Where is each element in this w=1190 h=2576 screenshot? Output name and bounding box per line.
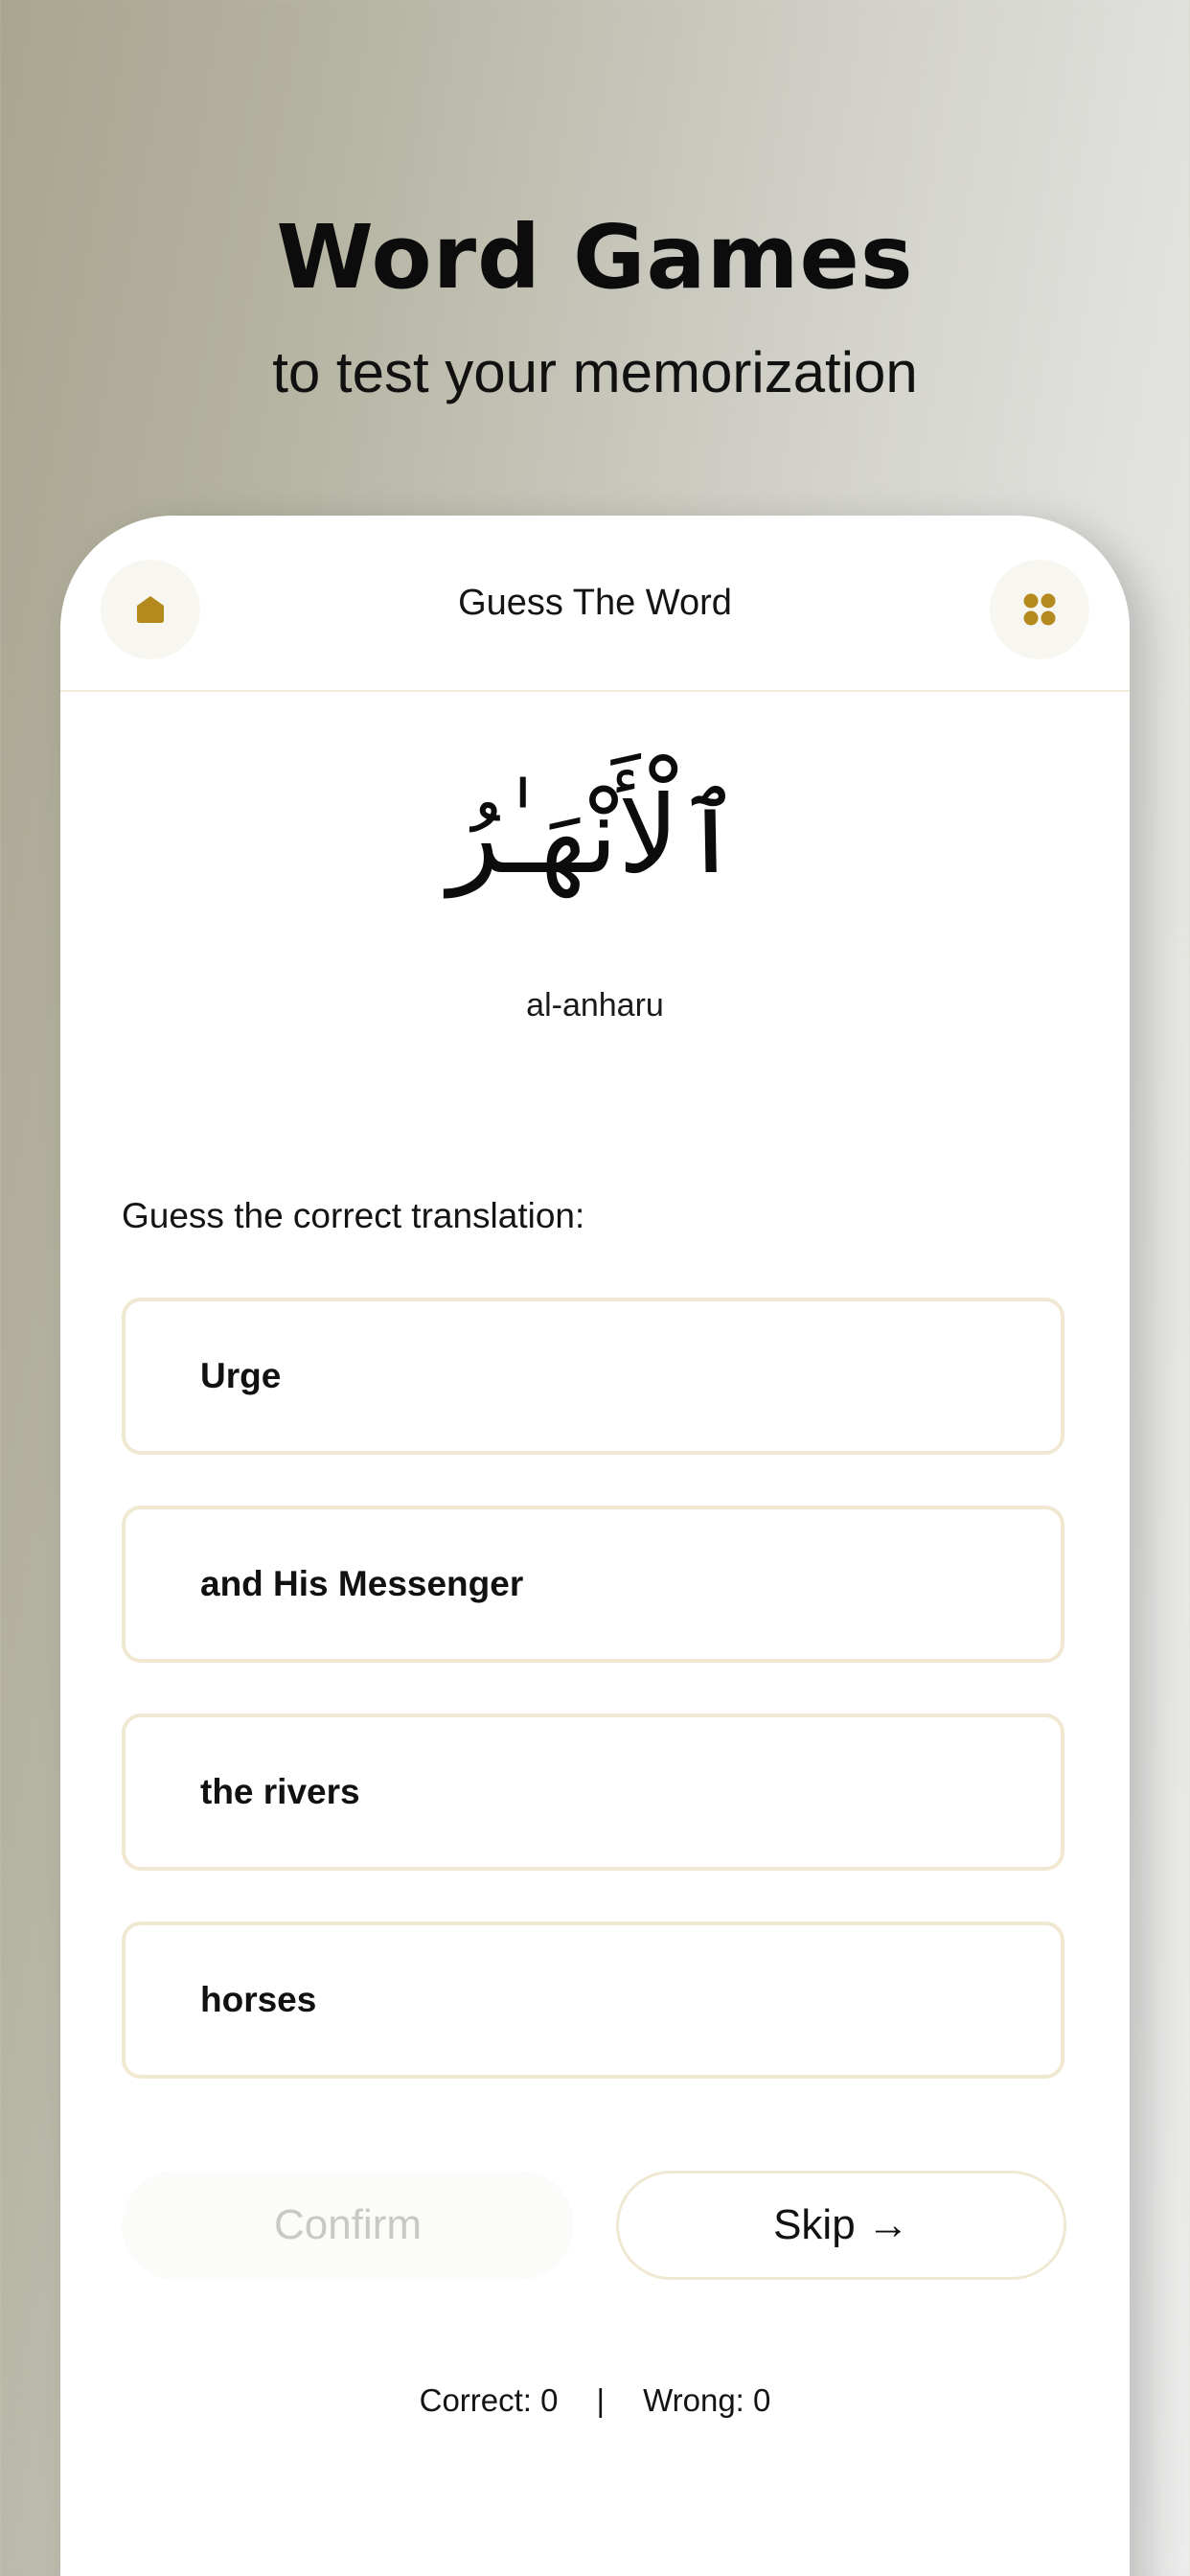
answer-option-label: Urge	[200, 1356, 282, 1395]
answer-option-label: and His Messenger	[200, 1564, 524, 1603]
score-separator: |	[596, 2382, 606, 2418]
answer-option-urge[interactable]: Urge	[122, 1298, 1064, 1455]
skip-button[interactable]: Skip →	[616, 2171, 1066, 2280]
hero-title: Word Games	[276, 206, 914, 309]
screen-title: Guess The Word	[458, 583, 732, 623]
transliteration: al-anharu	[526, 987, 664, 1024]
score-summary: Correct: 0 | Wrong: 0	[60, 2382, 1130, 2419]
confirm-button[interactable]: Confirm	[122, 2171, 574, 2280]
arabic-word: ٱلْأَنْهَـٰرُ	[447, 773, 743, 898]
hero-subtitle: to test your memorization	[272, 340, 918, 404]
grid-icon	[1023, 593, 1056, 626]
quiz-prompt: Guess the correct translation:	[122, 1196, 585, 1235]
answer-option-label: the rivers	[200, 1772, 360, 1811]
answer-option-and-his-messenger[interactable]: and His Messenger	[122, 1506, 1064, 1663]
menu-button[interactable]	[990, 560, 1089, 659]
answer-option-horses[interactable]: horses	[122, 1921, 1064, 2079]
answer-option-the-rivers[interactable]: the rivers	[122, 1714, 1064, 1871]
answer-option-label: horses	[200, 1980, 317, 2019]
wrong-count: Wrong: 0	[643, 2382, 771, 2418]
correct-count: Correct: 0	[419, 2382, 559, 2418]
app-header: Guess The Word	[60, 516, 1130, 692]
phone-screen: Guess The Word ٱلْأَنْهَـٰرُ al-anharu G…	[60, 516, 1130, 2576]
